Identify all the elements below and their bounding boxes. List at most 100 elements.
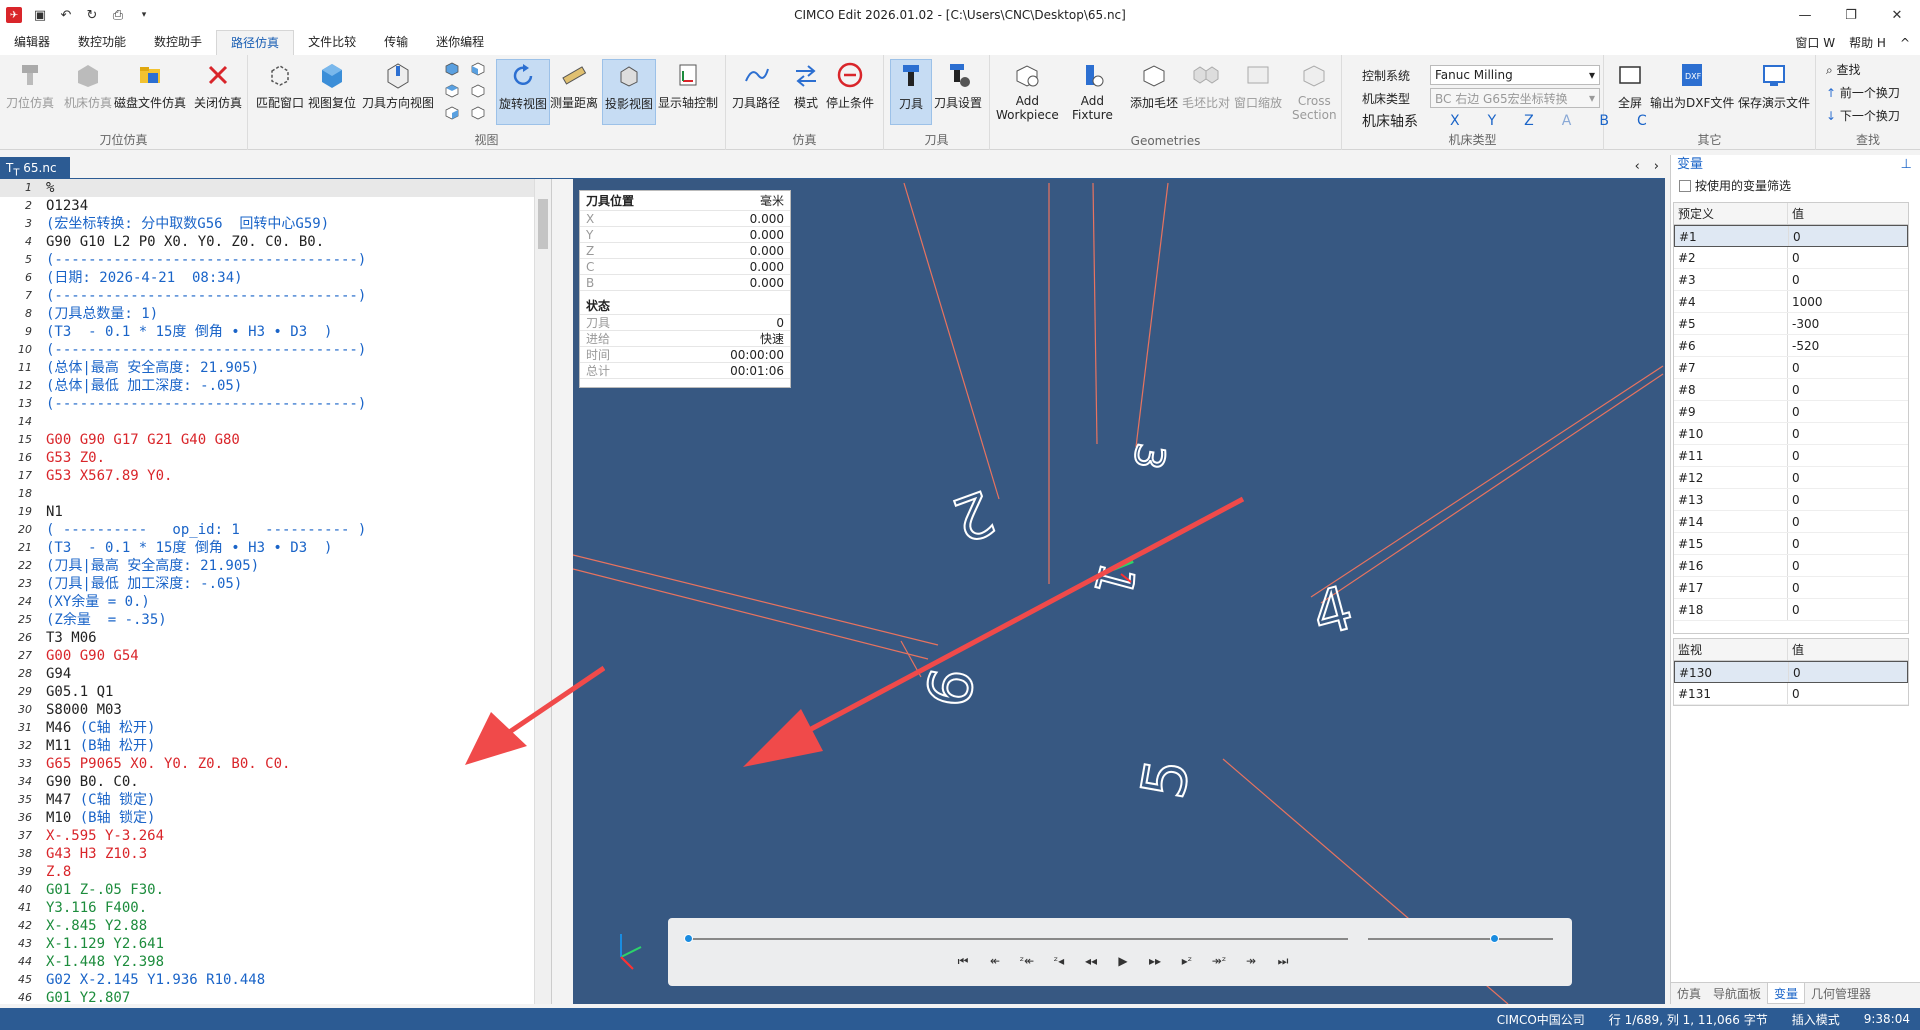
doc-tab-65nc[interactable]: TT 65.nc [0,157,70,179]
code-line[interactable]: 35 M47 (C轴 锁定) [0,791,535,809]
tool-path-button[interactable]: 刀具路径 [732,59,780,125]
step-back-icon[interactable]: ◂◂ [1082,952,1100,970]
fit-window-button[interactable]: 匹配窗口 [256,59,304,125]
undo-icon[interactable]: ↶ [58,7,74,23]
code-line[interactable]: 6 (日期: 2026-4-21 08:34) [0,269,535,287]
prev-z-step-icon[interactable]: ᶻ◂ [1050,952,1068,970]
add-workpiece-button[interactable]: Add Workpiece [996,59,1059,125]
splitter[interactable] [552,179,573,1004]
code-line[interactable]: 43 X-1.129 Y2.641 [0,935,535,953]
menu-help[interactable]: 帮助 H [1849,34,1886,51]
variable-row[interactable]: #2 0 [1674,247,1908,269]
next-z-step-icon[interactable]: ▸ᶻ [1178,952,1196,970]
code-line[interactable]: 23 (刀具|最低 加工深度: -.05) [0,575,535,593]
code-line[interactable]: 45 G02 X-2.145 Y1.936 R10.448 [0,971,535,989]
code-line[interactable]: 20 ( ---------- op_id: 1 ---------- ) [0,521,535,539]
save-icon[interactable]: ▣ [32,7,48,23]
panel-tab-sim[interactable]: 仿真 [1671,983,1707,1004]
code-line[interactable]: 44 X-1.448 Y2.398 [0,953,535,971]
rotate-view-button[interactable]: 旋转视图 [496,59,551,125]
tab-nc-assistant[interactable]: 数控助手 [140,30,216,55]
menu-window[interactable]: 窗口 W [1795,34,1835,51]
code-line[interactable]: 7 (------------------------------------) [0,287,535,305]
qat-dropdown-icon[interactable]: ▾ [136,7,152,23]
add-stock-button[interactable]: 添加毛坯 [1130,59,1178,125]
panel-tab-navigator[interactable]: 导航面板 [1707,983,1767,1004]
code-line[interactable]: 25 (Z余量 = -.35) [0,611,535,629]
variable-row[interactable]: #5 -300 [1674,313,1908,335]
tab-nc-functions[interactable]: 数控功能 [64,30,140,55]
progress-knob[interactable] [684,934,693,943]
prev-z-icon[interactable]: ᶻ↞ [1018,952,1036,970]
variable-row[interactable]: #9 0 [1674,401,1908,423]
variable-row[interactable]: #14 0 [1674,511,1908,533]
variable-row[interactable]: #15 0 [1674,533,1908,555]
pin-icon[interactable]: ⊥ [1901,155,1912,175]
next-tool-change-button[interactable]: ↓ 下一个换刀 [1826,107,1900,124]
code-line[interactable]: 13 (------------------------------------) [0,395,535,413]
save-demo-button[interactable]: 保存演示文件 [1738,59,1810,125]
code-editor[interactable]: 1% 2 O1234 3 (宏坐标转换: 分中取数G56 回转中心G59) 4 G90 G1… [0,179,552,1004]
code-line[interactable]: 14 [0,413,535,431]
machine-sim-button[interactable]: 机床仿真 [64,59,112,125]
variable-row[interactable]: #12 0 [1674,467,1908,489]
speed-knob[interactable] [1489,934,1499,943]
step-forward-icon[interactable]: ▸▸ [1146,952,1164,970]
tab-editor[interactable]: 编辑器 [0,30,64,55]
prev-tab-arrow[interactable]: ‹ [1635,159,1640,174]
prev-tool-change-button[interactable]: ↑ 前一个换刀 [1826,84,1900,101]
code-line[interactable]: 9 (T3 - 0.1 * 15度 倒角 • H3 • D3 ) [0,323,535,341]
code-line[interactable]: 28 G94 [0,665,535,683]
code-line[interactable]: 26 T3 M06 [0,629,535,647]
code-line[interactable]: 36 M10 (B轴 锁定) [0,809,535,827]
bottom-view-icon[interactable] [470,105,488,123]
code-line[interactable]: 12 (总体|最低 加工深度: -.05) [0,377,535,395]
code-line[interactable]: 40 G01 Z-.05 F30. [0,881,535,899]
machine-type-select[interactable]: BC 右边 G65宏坐标转换 ▾ [1430,88,1600,108]
code-line[interactable]: 15 G00 G90 G17 G21 G40 G80 [0,431,535,449]
code-line[interactable]: 10 (------------------------------------) [0,341,535,359]
next-tool-change-icon[interactable]: ↠ [1242,952,1260,970]
code-line[interactable]: 31 M46 (C轴 松开) [0,719,535,737]
speed-slider[interactable] [1368,934,1553,943]
next-tab-arrow[interactable]: › [1654,159,1659,174]
variable-row[interactable]: #1 0 [1674,225,1908,247]
code-line[interactable]: 5 (------------------------------------) [0,251,535,269]
measure-distance-button[interactable]: 测量距离 [550,59,598,125]
top-view-icon[interactable] [444,83,462,101]
code-line[interactable]: 30 S8000 M03 [0,701,535,719]
code-line[interactable]: 3 (宏坐标转换: 分中取数G56 回转中心G59) [0,215,535,233]
export-dxf-button[interactable]: DXF 输出为DXF文件 [1650,59,1734,125]
panel-tab-geometry-manager[interactable]: 几何管理器 [1805,983,1877,1004]
tool-button[interactable]: 刀具 [890,59,932,125]
code-line[interactable]: 16 G53 Z0. [0,449,535,467]
code-line[interactable]: 1% [0,179,535,197]
window-zoom-button[interactable]: 窗口缩放 [1234,59,1282,125]
print-icon[interactable]: ⎙ [110,7,126,23]
code-line[interactable]: 4 G90 G10 L2 P0 X0. Y0. Z0. C0. B0. [0,233,535,251]
redo-icon[interactable]: ↻ [84,7,100,23]
tab-backplot[interactable]: 路径仿真 [216,30,295,55]
control-system-select[interactable]: Fanuc Milling ▾ [1430,65,1600,85]
variable-row[interactable]: #10 0 [1674,423,1908,445]
axis-a-toggle[interactable]: A [1562,113,1572,129]
code-line[interactable]: 11 (总体|最高 安全高度: 21.905) [0,359,535,377]
app-logo-icon[interactable]: ✈ [6,7,22,23]
right-view-icon[interactable] [470,83,488,101]
variable-row[interactable]: #4 1000 [1674,291,1908,313]
code-line[interactable]: 29 G05.1 Q1 [0,683,535,701]
front-view-icon[interactable] [444,105,462,123]
next-z-icon[interactable]: ↠ᶻ [1210,952,1228,970]
panel-tab-variables[interactable]: 变量 [1767,983,1806,1004]
play-icon[interactable]: ▶ [1114,952,1132,970]
maximize-button[interactable]: ❐ [1828,0,1874,30]
code-line[interactable]: 17 G53 X567.89 Y0. [0,467,535,485]
stop-condition-button[interactable]: 停止条件 [826,59,874,125]
axis-x-toggle[interactable]: X [1450,113,1460,129]
prev-tool-change-icon[interactable]: ↞ [986,952,1004,970]
filter-checkbox[interactable]: 按使用的变量筛选 [1671,175,1920,197]
progress-slider[interactable] [684,934,1348,943]
close-button[interactable]: ✕ [1874,0,1920,30]
code-line[interactable]: 18 [0,485,535,503]
axis-y-toggle[interactable]: Y [1488,113,1497,129]
